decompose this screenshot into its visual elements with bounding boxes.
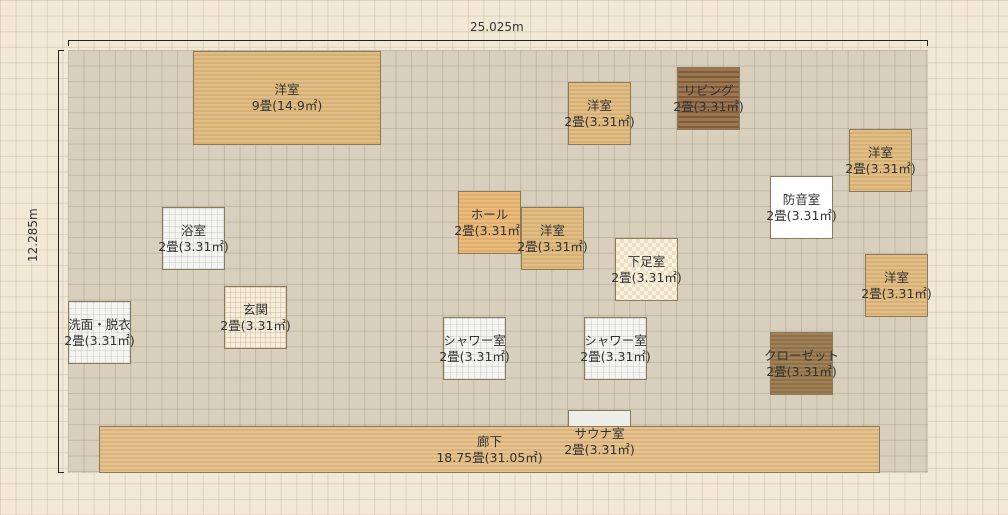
room-yoshitsu-right-top[interactable]: 洋室 2畳(3.31㎡) [845,129,916,192]
room-area: 2畳(3.31㎡) [611,269,682,285]
height-dimension-line [58,50,64,473]
room-area: 2畳(3.31㎡) [517,238,588,254]
room-name: シャワー室 [584,332,647,348]
room-sauna-label: サウナ室 2畳(3.31㎡) [564,426,635,458]
room-sauna[interactable] [568,410,631,427]
height-dimension-label: 12.285m [26,208,40,262]
room-shitasokushitsu[interactable]: 下足室 2畳(3.31㎡) [611,238,682,301]
room-genkan[interactable]: 玄関 2畳(3.31㎡) [220,286,291,349]
room-area: 2畳(3.31㎡) [766,363,837,379]
room-area: 2畳(3.31㎡) [845,160,916,176]
room-area: 2畳(3.31㎡) [158,238,229,254]
room-shower-2[interactable]: シャワー室 2畳(3.31㎡) [580,317,651,380]
room-area: 2畳(3.31㎡) [766,207,837,223]
room-yoshitsu-right-mid[interactable]: 洋室 2畳(3.31㎡) [861,254,932,317]
room-area: 2畳(3.31㎡) [673,98,744,114]
room-name: 洋室 [867,144,893,160]
room-name: 玄関 [242,301,268,317]
room-name: リビング [683,82,734,98]
width-dimension-line [68,40,928,46]
room-area: 2畳(3.31㎡) [439,348,510,364]
room-name: クローゼット [764,347,840,363]
room-name: 洗面・脱衣 [68,316,131,332]
room-living[interactable]: リビング 2畳(3.31㎡) [673,67,744,130]
room-area: 2畳(3.31㎡) [564,442,635,457]
room-area: 2畳(3.31㎡) [564,113,635,129]
room-area: 9畳(14.9㎡) [251,98,323,113]
room-area: 2畳(3.31㎡) [580,348,651,364]
room-name: 下足室 [627,253,666,269]
room-shower-1[interactable]: シャワー室 2畳(3.31㎡) [439,317,510,380]
room-area: 2畳(3.31㎡) [454,222,525,238]
room-yoshitsu-1[interactable]: 洋室 2畳(3.31㎡) [564,82,635,145]
width-dimension-label: 25.025m [470,20,524,34]
room-area: 2畳(3.31㎡) [220,317,291,333]
room-corridor[interactable]: 廊下 18.75畳(31.05㎡) [99,426,880,473]
floor-plan-canvas[interactable]: 25.025m 12.285m 洋室 9畳(14.9㎡) 洋室 2畳(3.31㎡… [0,0,1008,515]
room-yoshitsu-center[interactable]: 洋室 2畳(3.31㎡) [517,207,588,270]
room-area: 18.75畳(31.05㎡) [436,449,543,465]
room-area: 2畳(3.31㎡) [64,332,135,348]
room-name: サウナ室 [574,426,625,441]
room-name: シャワー室 [443,332,506,348]
room-name: 浴室 [180,222,206,238]
room-name: 洋室 [883,269,909,285]
room-yokushitsu[interactable]: 浴室 2畳(3.31㎡) [158,207,229,270]
room-name: 廊下 [476,433,502,449]
room-name: ホール [470,206,509,222]
room-name: 洋室 [539,222,565,238]
room-name: 洋室 [274,82,300,97]
room-hall[interactable]: ホール 2畳(3.31㎡) [454,191,525,254]
room-senmen-datsui[interactable]: 洗面・脱衣 2畳(3.31㎡) [64,301,135,364]
room-closet[interactable]: クローゼット 2畳(3.31㎡) [764,332,839,395]
room-name: 洋室 [586,97,612,113]
room-yoshitsu-large[interactable]: 洋室 9畳(14.9㎡) [193,51,381,145]
room-area: 2畳(3.31㎡) [861,285,932,301]
room-name: 防音室 [782,191,821,207]
room-boonshitsu[interactable]: 防音室 2畳(3.31㎡) [766,176,837,239]
